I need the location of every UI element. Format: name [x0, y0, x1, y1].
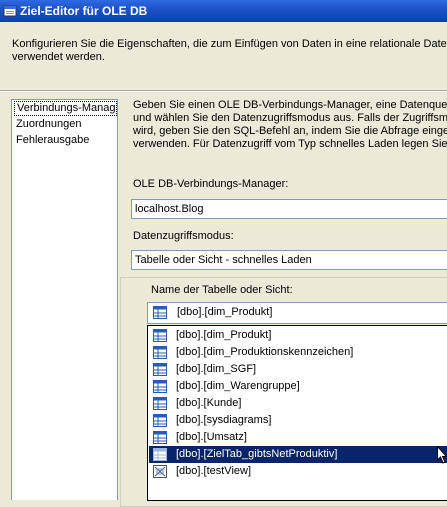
table-dropdown-list[interactable]: [dbo].[dim_Produkt] [dbo].[dim_Produktio…	[147, 325, 447, 501]
table-name-value: [dbo].[dim_Produkt]	[177, 306, 273, 318]
table-icon	[153, 414, 167, 427]
header-description-line: verwendet werden.	[12, 51, 105, 63]
table-icon	[153, 329, 167, 342]
dropdown-item[interactable]: [dbo].[dim_Warengruppe]	[149, 378, 447, 395]
window-icon	[3, 5, 17, 17]
header-separator-highlight	[0, 91, 447, 92]
dropdown-item-label: [dbo].[sysdiagrams]	[176, 414, 272, 426]
dropdown-item[interactable]: [dbo].[Umsatz]	[149, 429, 447, 446]
table-icon	[153, 346, 167, 359]
dropdown-item-label: [dbo].[dim_Produktionskennzeichen]	[176, 346, 354, 358]
table-icon	[153, 363, 167, 376]
dropdown-item[interactable]: [dbo].[dim_SGF]	[149, 361, 447, 378]
dropdown-item[interactable]: [dbo].[testView]	[149, 463, 447, 480]
access-mode-label: Datenzugriffsmodus:	[133, 230, 234, 242]
table-name-label: Name der Tabelle oder Sicht:	[151, 284, 293, 296]
window-title: Ziel-Editor für OLE DB	[20, 4, 148, 18]
dropdown-item-label: [dbo].[dim_Produkt]	[176, 329, 272, 341]
mouse-cursor-icon	[437, 446, 447, 464]
nav-item-zuordnungen[interactable]: Zuordnungen	[14, 117, 117, 132]
page-description: Geben Sie einen OLE DB-Verbindungs-Manag…	[133, 99, 447, 151]
access-mode-combobox[interactable]: Tabelle oder Sicht - schnelles Laden	[131, 250, 447, 270]
table-icon	[153, 380, 167, 393]
table-icon	[153, 431, 167, 444]
table-name-combobox[interactable]: [dbo].[dim_Produkt]	[147, 302, 447, 324]
page-description-line: und wählen Sie den Datenzugriffsmodus au…	[133, 112, 447, 124]
dropdown-item[interactable]: [dbo].[dim_Produkt]	[149, 327, 447, 344]
dropdown-item[interactable]: [dbo].[dim_Produktionskennzeichen]	[149, 344, 447, 361]
dropdown-item-label: [dbo].[dim_SGF]	[176, 363, 257, 375]
connection-manager-combobox[interactable]: localhost.Blog	[131, 199, 447, 219]
header-description-line: Konfigurieren Sie die Eigenschaften, die…	[12, 38, 447, 50]
page-navigation-list[interactable]: Verbindungs-Manage Zuordnungen Fehleraus…	[11, 99, 118, 500]
dropdown-item-label: [dbo].[testView]	[176, 465, 252, 477]
dropdown-item-label: [dbo].[Kunde]	[176, 397, 242, 409]
page-description-line: verwenden. Für Datenzugriff vom Typ schn…	[133, 138, 447, 150]
view-icon	[153, 465, 167, 478]
nav-item-fehlerausgabe[interactable]: Fehlerausgabe	[14, 133, 117, 148]
dropdown-item-selected[interactable]: [dbo].[ZielTab_gibtsNetProduktiv]	[149, 446, 447, 463]
table-icon	[153, 306, 167, 319]
dropdown-item[interactable]: [dbo].[Kunde]	[149, 395, 447, 412]
dropdown-item[interactable]: [dbo].[sysdiagrams]	[149, 412, 447, 429]
nav-item-verbindungs-manager[interactable]: Verbindungs-Manage	[14, 101, 117, 116]
dropdown-item-label: [dbo].[Umsatz]	[176, 431, 247, 443]
page-description-line: wird, geben Sie den SQL-Befehl an, indem…	[133, 125, 447, 137]
connection-manager-label: OLE DB-Verbindungs-Manager:	[133, 178, 289, 190]
dropdown-item-label: [dbo].[ZielTab_gibtsNetProduktiv]	[176, 448, 338, 460]
table-icon	[153, 448, 167, 461]
header-description: Konfigurieren Sie die Eigenschaften, die…	[12, 38, 447, 64]
table-icon	[153, 397, 167, 410]
title-bar[interactable]: Ziel-Editor für OLE DB	[0, 0, 447, 22]
dropdown-item-label: [dbo].[dim_Warengruppe]	[176, 380, 300, 392]
page-description-line: Geben Sie einen OLE DB-Verbindungs-Manag…	[133, 99, 447, 111]
